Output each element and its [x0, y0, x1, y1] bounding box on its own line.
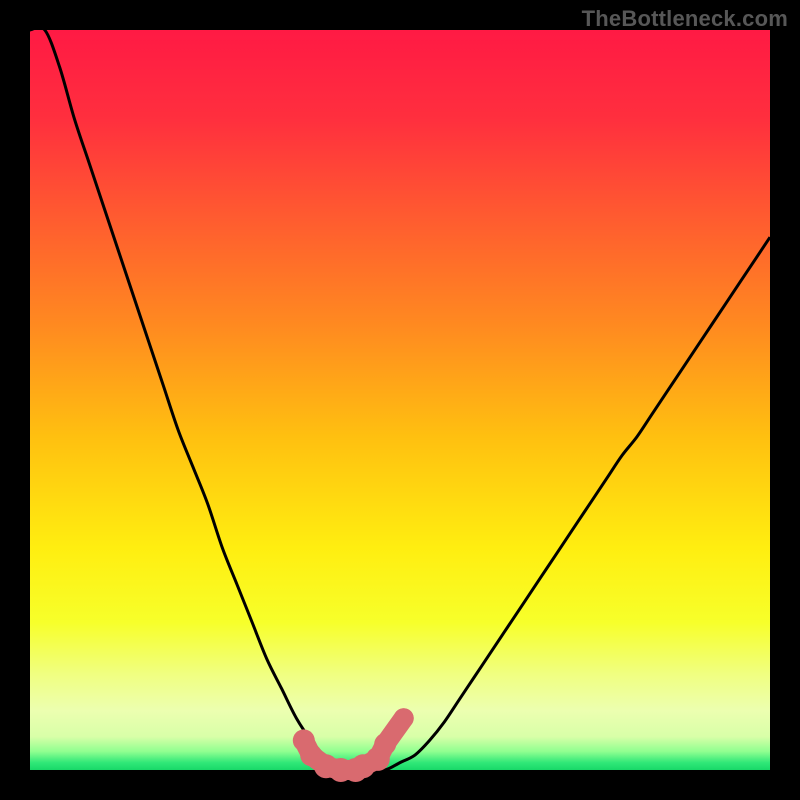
- plot-background: [30, 30, 770, 770]
- valley-dot: [374, 733, 396, 755]
- chart-frame: TheBottleneck.com: [0, 0, 800, 800]
- watermark-text: TheBottleneck.com: [582, 6, 788, 32]
- valley-dot: [394, 708, 414, 728]
- bottleneck-chart: [0, 0, 800, 800]
